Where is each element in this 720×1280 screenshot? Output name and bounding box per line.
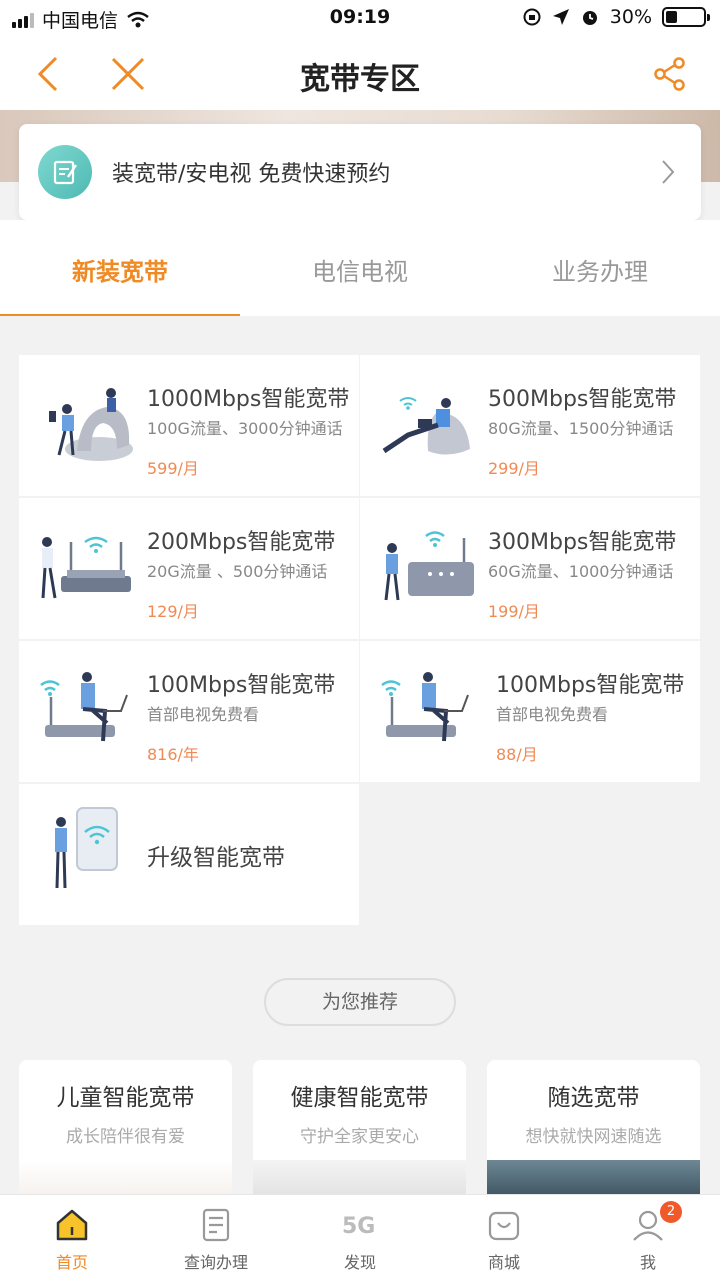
product-card-100m-year[interactable]: 100Mbps智能宽带 首部电视免费看 816/年: [19, 641, 359, 782]
beanbag-person-illustration: [382, 397, 470, 455]
product-name: 1000Mbps智能宽带: [147, 387, 350, 412]
product-price: 199/月: [488, 602, 540, 621]
rec-title: 随选宽带: [547, 1085, 640, 1111]
upgrade-label: 升级智能宽带: [147, 845, 285, 871]
share-button[interactable]: [650, 54, 690, 94]
product-price: 299/月: [488, 459, 540, 478]
nav-bar: 宽带专区: [0, 36, 720, 110]
bottom-tab-bar: 首页 查询办理 5G 发现 商城 2 我: [0, 1194, 720, 1280]
rotation-lock-icon: [523, 8, 541, 26]
tabbar-label: 首页: [55, 1253, 88, 1272]
product-name: 100Mbps智能宽带: [147, 673, 336, 698]
laptop-router-illustration: [40, 672, 128, 742]
product-desc: 80G流量、1500分钟通话: [488, 419, 674, 438]
product-name: 200Mbps智能宽带: [147, 530, 336, 555]
edit-note-icon: [38, 145, 92, 199]
home-icon: [56, 1209, 88, 1241]
upgrade-card[interactable]: 升级智能宽带: [19, 784, 359, 925]
router-person-illustration: [41, 536, 131, 599]
share-icon: [654, 57, 685, 91]
rec-subtitle: 成长陪伴很有爱: [66, 1127, 185, 1147]
product-card-200m[interactable]: 200Mbps智能宽带 20G流量 、500分钟通话 129/月: [19, 498, 359, 639]
tab-business[interactable]: 业务办理: [480, 220, 720, 316]
product-desc: 首部电视免费看: [496, 705, 609, 724]
document-icon: [202, 1208, 230, 1242]
shopping-bag-icon: [488, 1211, 520, 1241]
product-price: 88/月: [496, 745, 538, 764]
product-price: 129/月: [147, 602, 199, 621]
battery-percent: 30%: [609, 6, 652, 28]
rec-card-kids[interactable]: 儿童智能宽带 成长陪伴很有爱: [19, 1060, 232, 1210]
tab-telecom-tv[interactable]: 电信电视: [240, 220, 480, 316]
rec-title: 健康智能宽带: [290, 1085, 429, 1111]
location-icon: [552, 9, 569, 25]
product-name: 500Mbps智能宽带: [488, 387, 677, 412]
svg-text:5G: 5G: [342, 1214, 375, 1239]
product-desc: 100G流量、3000分钟通话: [147, 419, 343, 438]
product-card-100m-month[interactable]: 100Mbps智能宽带 首部电视免费看 88/月: [360, 641, 700, 782]
rec-card-health[interactable]: 健康智能宽带 守护全家更安心: [253, 1060, 466, 1210]
modem-person-illustration: [384, 531, 474, 601]
alarm-icon: [582, 11, 597, 25]
category-tabs: 新装宽带 电信电视 业务办理: [0, 220, 720, 316]
tabbar-mall[interactable]: 商城: [432, 1195, 576, 1280]
wifi-panel-illustration: [55, 807, 118, 889]
rec-subtitle: 想快就快网速随选: [525, 1127, 662, 1147]
tabbar-label: 查询办理: [183, 1253, 248, 1272]
rec-card-optional[interactable]: 随选宽带 想快就快网速随选: [487, 1060, 700, 1210]
page-title: 宽带专区: [300, 62, 420, 97]
product-name: 100Mbps智能宽带: [496, 673, 685, 698]
product-card-300m[interactable]: 300Mbps智能宽带 60G流量、1000分钟通话 199/月: [360, 498, 700, 639]
status-bar: 中国电信 09:19 30%: [0, 0, 720, 36]
chevron-right-icon: [662, 160, 675, 184]
product-card-500m[interactable]: 500Mbps智能宽带 80G流量、1500分钟通话 299/月: [360, 355, 700, 496]
rec-title: 儿童智能宽带: [56, 1085, 195, 1111]
laptop-router-illustration: [381, 672, 469, 742]
product-desc: 20G流量 、500分钟通话: [147, 562, 328, 581]
rec-subtitle: 守护全家更安心: [300, 1127, 419, 1147]
product-card-1000m[interactable]: 1000Mbps智能宽带 100G流量、3000分钟通话 599/月: [19, 355, 359, 496]
recommend-pill: 为您推荐: [264, 978, 456, 1026]
tabbar-label: 我: [639, 1253, 656, 1272]
tabbar-label: 商城: [487, 1253, 520, 1272]
people-sofa-illustration: [49, 388, 133, 461]
5g-icon: 5G: [342, 1214, 375, 1239]
tabbar-label: 发现: [343, 1253, 376, 1272]
tab-new-broadband[interactable]: 新装宽带: [0, 220, 240, 316]
tabbar-discover[interactable]: 5G 发现: [288, 1195, 432, 1280]
product-price: 816/年: [147, 745, 199, 764]
appointment-card[interactable]: 装宽带/安电视 免费快速预约: [19, 124, 701, 220]
battery-icon: [662, 7, 710, 27]
appointment-label: 装宽带/安电视 免费快速预约: [112, 162, 391, 187]
tabbar-me[interactable]: 2 我: [576, 1195, 720, 1280]
product-name: 300Mbps智能宽带: [488, 530, 677, 555]
product-desc: 首部电视免费看: [147, 705, 260, 724]
tabbar-query[interactable]: 查询办理: [144, 1195, 288, 1280]
notification-badge: 2: [660, 1201, 682, 1223]
product-desc: 60G流量、1000分钟通话: [488, 562, 674, 581]
tabbar-home[interactable]: 首页: [0, 1195, 144, 1280]
product-price: 599/月: [147, 459, 199, 478]
